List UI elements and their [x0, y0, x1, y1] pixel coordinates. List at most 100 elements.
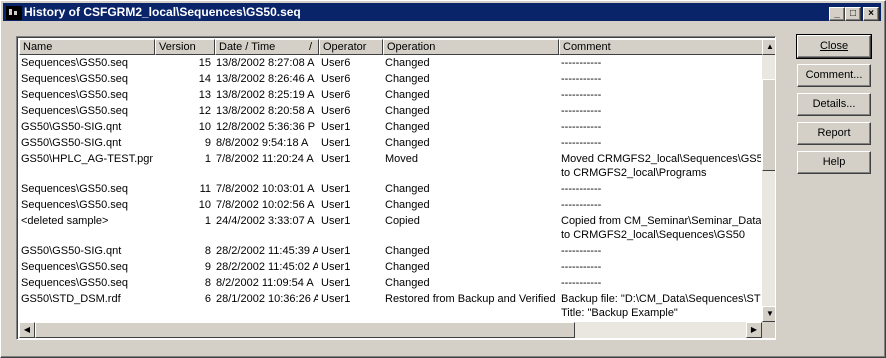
cell-version: 8: [204, 245, 211, 257]
cell-operator: User1: [321, 183, 351, 195]
cell-name: GS50\STD_DSM.rdf: [21, 293, 121, 305]
cell-datetime: 28/1/2002 10:36:26 A: [216, 293, 318, 305]
cell-name: Sequences\GS50.seq: [21, 57, 129, 69]
table-row[interactable]: Sequences\GS50.seq 14 13/8/2002 8:26:46 A U…: [19, 72, 761, 88]
cell-comment: -----------: [561, 89, 602, 101]
cell-version: 1: [204, 215, 211, 227]
table-row[interactable]: GS50\STD_DSM.rdf 6 28/1/2002 10:36:26 A Use…: [19, 292, 761, 320]
cell-operation: Moved: [385, 153, 419, 165]
cell-comment-line-2: to CRMGFS2_local\Sequences\GS50: [561, 229, 746, 241]
close-button[interactable]: Close: [796, 34, 872, 59]
scrollbar-corner: [762, 322, 775, 338]
table-row[interactable]: GS50\GS50-SIG.qnt 10 12/8/2002 5:36:36 P Us…: [19, 120, 761, 136]
help-button[interactable]: Help: [797, 151, 871, 174]
cell-datetime: 13/8/2002 8:25:19 A: [216, 89, 315, 101]
table-row[interactable]: GS50\GS50-SIG.qnt 9 8/8/2002 9:54:18 A User…: [19, 136, 761, 152]
cell-operation: Changed: [385, 277, 430, 289]
horizontal-scroll-thumb[interactable]: [35, 322, 575, 338]
close-window-button[interactable]: ×: [863, 7, 879, 21]
cell-operator: User1: [321, 245, 351, 257]
table-row[interactable]: Sequences\GS50.seq 15 13/8/2002 8:27:08 A U…: [19, 56, 761, 72]
cell-name: Sequences\GS50.seq: [21, 183, 129, 195]
cell-datetime: 13/8/2002 8:27:08 A: [216, 57, 315, 69]
cell-comment: -----------: [561, 137, 602, 149]
cell-operator: User1: [321, 153, 351, 165]
cell-operator: User6: [321, 73, 351, 85]
cell-version: 8: [204, 277, 211, 289]
scroll-left-arrow-icon[interactable]: ◀: [19, 322, 35, 338]
cell-operator: User1: [321, 277, 351, 289]
column-header-version[interactable]: Version: [155, 39, 215, 55]
cell-name: GS50\GS50-SIG.qnt: [21, 137, 122, 149]
cell-version: 11: [199, 183, 211, 195]
cell-comment: Moved CRMGFS2_local\Sequences\GS50: [561, 153, 761, 165]
cell-operator: User6: [321, 57, 351, 69]
cell-datetime: 7/8/2002 10:03:01 A: [216, 183, 315, 195]
cell-operation: Changed: [385, 137, 430, 149]
vertical-scroll-thumb[interactable]: [762, 79, 775, 171]
cell-name: Sequences\GS50.seq: [21, 277, 129, 289]
cell-datetime: 13/8/2002 8:20:58 A: [216, 105, 315, 117]
cell-operation: Changed: [385, 89, 430, 101]
table-row[interactable]: Sequences\GS50.seq 9 28/2/2002 11:45:02 AU…: [19, 260, 761, 276]
details-button[interactable]: Details...: [797, 93, 871, 116]
table-row[interactable]: Sequences\GS50.seq 13 13/8/2002 8:25:19 A U…: [19, 88, 761, 104]
comment-button[interactable]: Comment...: [797, 64, 871, 87]
table-row[interactable]: <deleted sample> 1 24/4/2002 3:33:07 A User…: [19, 214, 761, 244]
cell-operation: Restored from Backup and Verified: [385, 293, 556, 305]
table-row[interactable]: GS50\HPLC_AG-TEST.pgm 1 7/8/2002 11:20:24 …: [19, 152, 761, 182]
report-button[interactable]: Report: [797, 122, 871, 145]
cell-comment: -----------: [561, 261, 602, 273]
cell-operator: User6: [321, 105, 351, 117]
cell-operation: Changed: [385, 105, 430, 117]
cell-operation: Copied: [385, 215, 420, 227]
scroll-up-arrow-icon[interactable]: ▲: [762, 39, 775, 55]
table-row[interactable]: Sequences\GS50.seq 10 7/8/2002 10:02:56 A U…: [19, 198, 761, 214]
table-row[interactable]: GS50\GS50-SIG.qnt 8 28/2/2002 11:45:39 A Us…: [19, 244, 761, 260]
scroll-right-arrow-icon[interactable]: ▶: [746, 322, 762, 338]
cell-name: GS50\GS50-SIG.qnt: [21, 245, 122, 257]
table-row[interactable]: Sequences\GS50.seq 11 7/8/2002 10:03:01 A U…: [19, 182, 761, 198]
cell-version: 15: [198, 57, 211, 69]
cell-name: Sequences\GS50.seq: [21, 73, 129, 85]
cell-name: Sequences\GS50.seq: [21, 261, 129, 273]
cell-comment-line-2: to CRMGFS2_local\Programs: [561, 167, 707, 179]
column-header-comment[interactable]: Comment: [559, 39, 764, 55]
table-row[interactable]: Sequences\GS50.seq 8 8/2/2002 11:09:54 A Us…: [19, 276, 761, 292]
cell-name: Sequences\GS50.seq: [21, 199, 129, 211]
cell-version: 14: [198, 73, 211, 85]
history-list[interactable]: Name Version Date / Time / Operator Opera…: [16, 36, 776, 340]
cell-name: <deleted sample>: [21, 215, 109, 227]
cell-name: Sequences\GS50.seq: [21, 89, 129, 101]
cell-operation: Changed: [385, 261, 430, 273]
list-header: Name Version Date / Time / Operator Opera…: [19, 39, 764, 55]
list-rows: Sequences\GS50.seq 15 13/8/2002 8:27:08 A U…: [19, 55, 761, 320]
column-header-operation[interactable]: Operation: [383, 39, 559, 55]
cell-version: 9: [204, 137, 211, 149]
cell-comment-line-2: Title: "Backup Example": [561, 307, 678, 319]
maximize-button[interactable]: □: [845, 7, 861, 21]
horizontal-scrollbar[interactable]: ◀ ▶: [19, 322, 762, 338]
cell-datetime: 24/4/2002 3:33:07 A: [216, 215, 315, 227]
cell-datetime: 7/8/2002 11:20:24 A: [216, 153, 314, 165]
cell-version: 10: [198, 121, 211, 133]
minimize-button[interactable]: _: [829, 7, 845, 21]
table-row[interactable]: Sequences\GS50.seq 12 13/8/2002 8:20:58 A U…: [19, 104, 761, 120]
cell-operation: Changed: [385, 121, 430, 133]
cell-version: 13: [198, 89, 211, 101]
cell-name: Sequences\GS50.seq: [21, 105, 129, 117]
cell-datetime: 12/8/2002 5:36:36 P: [216, 121, 316, 133]
column-header-date-time[interactable]: Date / Time /: [215, 39, 319, 55]
title-bar[interactable]: History of CSFGRM2_local\Sequences\GS50.…: [3, 3, 881, 21]
cell-operation: Changed: [385, 73, 430, 85]
cell-comment: -----------: [561, 245, 602, 257]
cell-comment: Copied from CM_Seminar\Seminar_Data\H: [561, 215, 761, 227]
cell-datetime: 28/2/2002 11:45:02 A: [216, 261, 318, 273]
cell-comment: -----------: [561, 105, 602, 117]
scroll-down-arrow-icon[interactable]: ▼: [762, 306, 775, 322]
vertical-scrollbar[interactable]: ▲ ▼: [762, 39, 775, 322]
cell-datetime: 13/8/2002 8:26:46 A: [216, 73, 315, 85]
column-header-operator[interactable]: Operator: [319, 39, 383, 55]
column-header-name[interactable]: Name: [19, 39, 155, 55]
cell-operator: User6: [321, 89, 351, 101]
